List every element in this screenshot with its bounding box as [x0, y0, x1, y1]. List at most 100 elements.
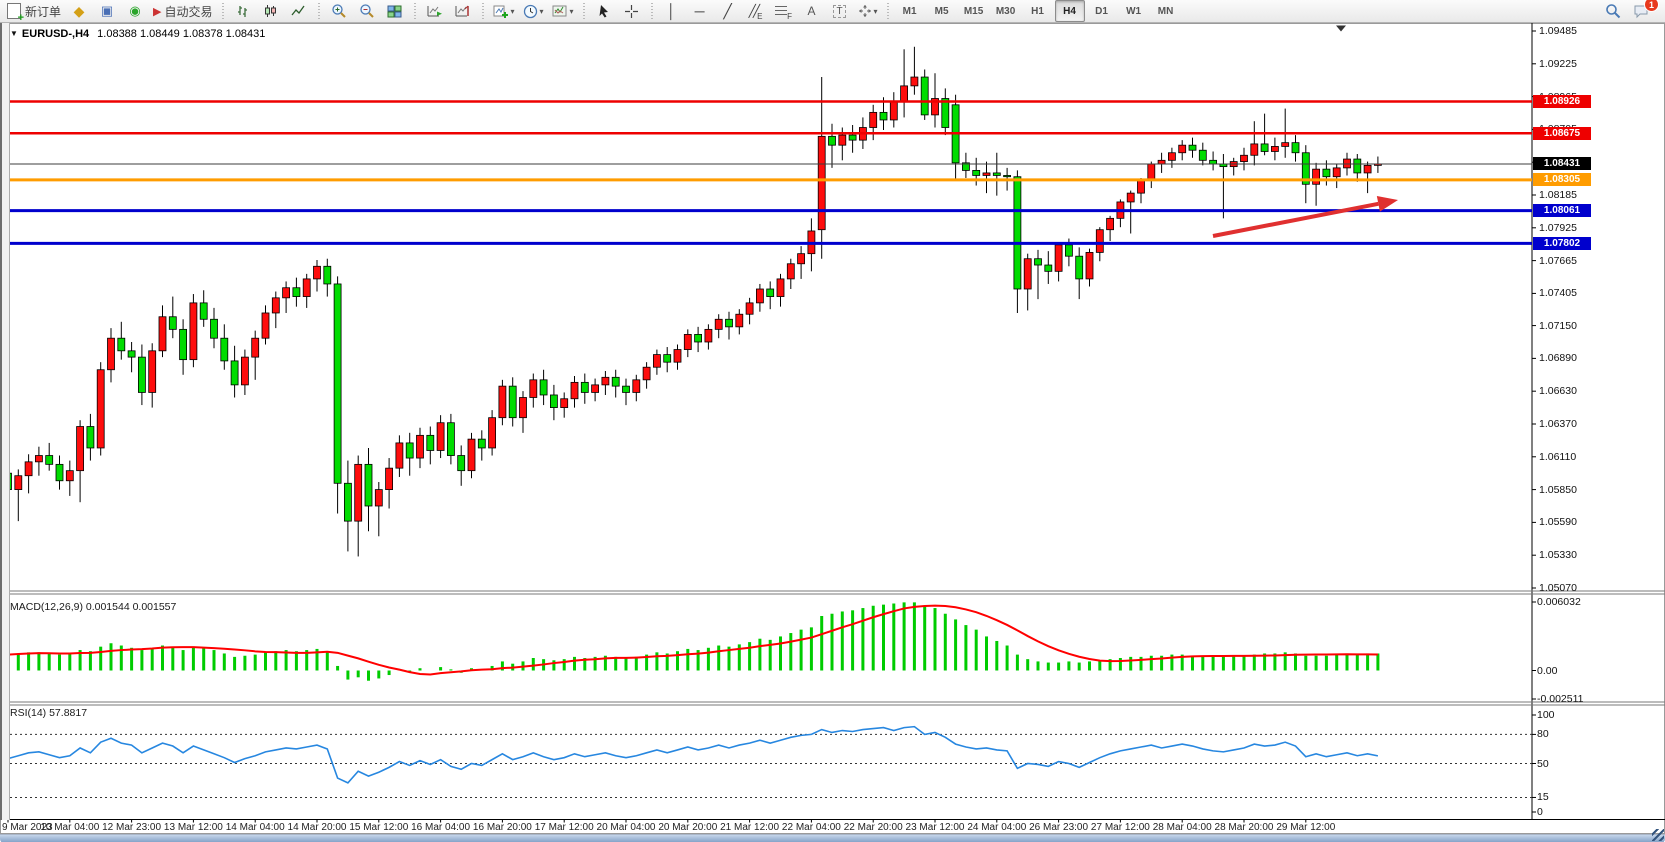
timeframe-m5[interactable]: M5	[927, 0, 957, 22]
notifications-button[interactable]: 1	[1628, 0, 1654, 22]
candlesticks	[5, 47, 1382, 557]
rsi-tick-label: 80	[1537, 728, 1549, 740]
tile-windows-icon	[387, 4, 402, 19]
trend-line-button[interactable]: ╱	[715, 0, 741, 22]
line-chart-button[interactable]	[286, 0, 312, 22]
tile-windows-button[interactable]	[382, 0, 408, 22]
price-tick-label: 1.07405	[1539, 287, 1577, 299]
add-indicator-button[interactable]: ▾	[490, 0, 518, 22]
search-button[interactable]	[1600, 0, 1626, 22]
notification-badge: 1	[1644, 0, 1659, 12]
navigator-icon: ◉	[129, 3, 140, 19]
chart-shift-icon	[455, 4, 471, 19]
price-line-badge: 1.08926	[1533, 95, 1591, 108]
periods-icon	[523, 4, 538, 19]
date-tick-label: 15 Mar 12:00	[349, 822, 408, 833]
chart-shift-button[interactable]	[450, 0, 476, 22]
autotrading-button[interactable]: ▶ 自动交易	[150, 0, 215, 22]
equidistant-channel-icon: ╱╱	[749, 4, 757, 18]
timeframe-m15[interactable]: M15	[959, 0, 989, 22]
price-tick-label: 1.07925	[1539, 222, 1577, 234]
rsi-tick-label: 15	[1537, 791, 1549, 803]
ohlc-low: 1.08378	[183, 28, 223, 40]
periods-button[interactable]: ▾	[520, 0, 547, 22]
price-line-badge: 1.07802	[1533, 237, 1591, 250]
chart-left-frame	[0, 23, 10, 820]
date-tick-label: 27 Mar 12:00	[1091, 822, 1150, 833]
candlestick-chart-button[interactable]	[258, 0, 284, 22]
price-tick-label: 1.06630	[1539, 385, 1577, 397]
price-line-badge: 1.08431	[1533, 157, 1591, 170]
rsi-label: RSI(14) 57.8817	[10, 707, 87, 719]
date-tick-label: 20 Mar 20:00	[658, 822, 717, 833]
price-line-badge: 1.08305	[1533, 173, 1591, 186]
navigator-button[interactable]: ◉	[122, 0, 148, 22]
timeframe-h1[interactable]: H1	[1023, 0, 1053, 22]
date-tick-label: 16 Mar 20:00	[473, 822, 532, 833]
chart-canvas	[0, 0, 1665, 842]
crosshair-icon	[624, 4, 639, 19]
drawing-group: │ ─ ╱ ╱╱E F A T ▾	[655, 0, 885, 22]
macd-label: MACD(12,26,9) 0.001544 0.001557	[10, 601, 176, 613]
cursor-group	[587, 0, 649, 22]
price-tick-label: 1.08185	[1539, 189, 1577, 201]
arrows-icon	[858, 4, 872, 18]
price-tick-label: 1.07150	[1539, 320, 1577, 332]
timeframe-m30[interactable]: M30	[991, 0, 1021, 22]
timeframe-m1[interactable]: M1	[895, 0, 925, 22]
toolbar-grip	[482, 3, 484, 19]
toolbar-grip	[414, 3, 416, 19]
fibonacci-button[interactable]: F	[771, 0, 797, 22]
macd-tick-label: 0.00	[1537, 665, 1557, 677]
cursor-button[interactable]	[591, 0, 617, 22]
toolbar-grip	[887, 3, 889, 19]
toolbar-grip	[318, 3, 320, 19]
trend-line-icon: ╱	[723, 3, 731, 20]
symbol-period-label: EURUSD-,H4	[22, 28, 89, 40]
toolbar-grip	[583, 3, 585, 19]
resize-grip[interactable]	[1652, 829, 1664, 841]
timeframe-mn[interactable]: MN	[1151, 0, 1181, 22]
auto-scroll-button[interactable]	[422, 0, 448, 22]
ohlc-close: 1.08431	[226, 28, 266, 40]
main-toolbar: + 新订单 ◆ ▣ ◉ ▶ 自动交易	[0, 0, 1665, 23]
zoom-in-icon	[331, 3, 347, 19]
templates-button[interactable]: ▾	[549, 0, 577, 22]
data-window-icon: ▣	[101, 3, 113, 19]
bar-chart-button[interactable]	[230, 0, 256, 22]
rsi-tick-label: 0	[1537, 806, 1543, 818]
equidistant-channel-button[interactable]: ╱╱E	[743, 0, 769, 22]
timeframe-h4[interactable]: H4	[1055, 0, 1085, 22]
chart-mode-group	[226, 0, 316, 22]
zoom-out-button[interactable]	[354, 0, 380, 22]
date-tick-label: 24 Mar 04:00	[967, 822, 1026, 833]
macd-tick-label: 0.006032	[1537, 596, 1581, 608]
date-tick-label: 22 Mar 20:00	[844, 822, 903, 833]
text-label-button[interactable]: T	[827, 0, 853, 22]
crosshair-button[interactable]	[619, 0, 645, 22]
date-tick-label: 10 Mar 04:00	[40, 822, 99, 833]
date-tick-label: 16 Mar 04:00	[411, 822, 470, 833]
zoom-in-button[interactable]	[326, 0, 352, 22]
horizontal-line-button[interactable]: ─	[687, 0, 713, 22]
timeframe-w1[interactable]: W1	[1119, 0, 1149, 22]
text-button[interactable]: A	[799, 0, 825, 22]
rsi-tick-label: 50	[1537, 758, 1549, 770]
arrows-button[interactable]: ▾	[855, 0, 881, 22]
date-tick-label: 28 Mar 20:00	[1215, 822, 1274, 833]
date-tick-label: 20 Mar 04:00	[597, 822, 656, 833]
data-window-button[interactable]: ▣	[94, 0, 120, 22]
vertical-line-button[interactable]: │	[659, 0, 685, 22]
price-tick-label: 1.09485	[1539, 25, 1577, 37]
price-tick-label: 1.07665	[1539, 255, 1577, 267]
horizontal-line-icon: ─	[695, 3, 705, 19]
new-order-button[interactable]: + 新订单	[4, 0, 64, 22]
one-click-expander-icon[interactable]: ▼	[10, 29, 18, 38]
ohlc-high: 1.08449	[140, 28, 180, 40]
macd-histogram	[8, 602, 1378, 680]
timeframe-d1[interactable]: D1	[1087, 0, 1117, 22]
metaeditor-button[interactable]: ◆	[66, 0, 92, 22]
zoom-group	[322, 0, 412, 22]
toolbar-grip	[651, 3, 653, 19]
chart-title: ▼EURUSD-,H41.08388 1.08449 1.08378 1.084…	[10, 28, 265, 40]
